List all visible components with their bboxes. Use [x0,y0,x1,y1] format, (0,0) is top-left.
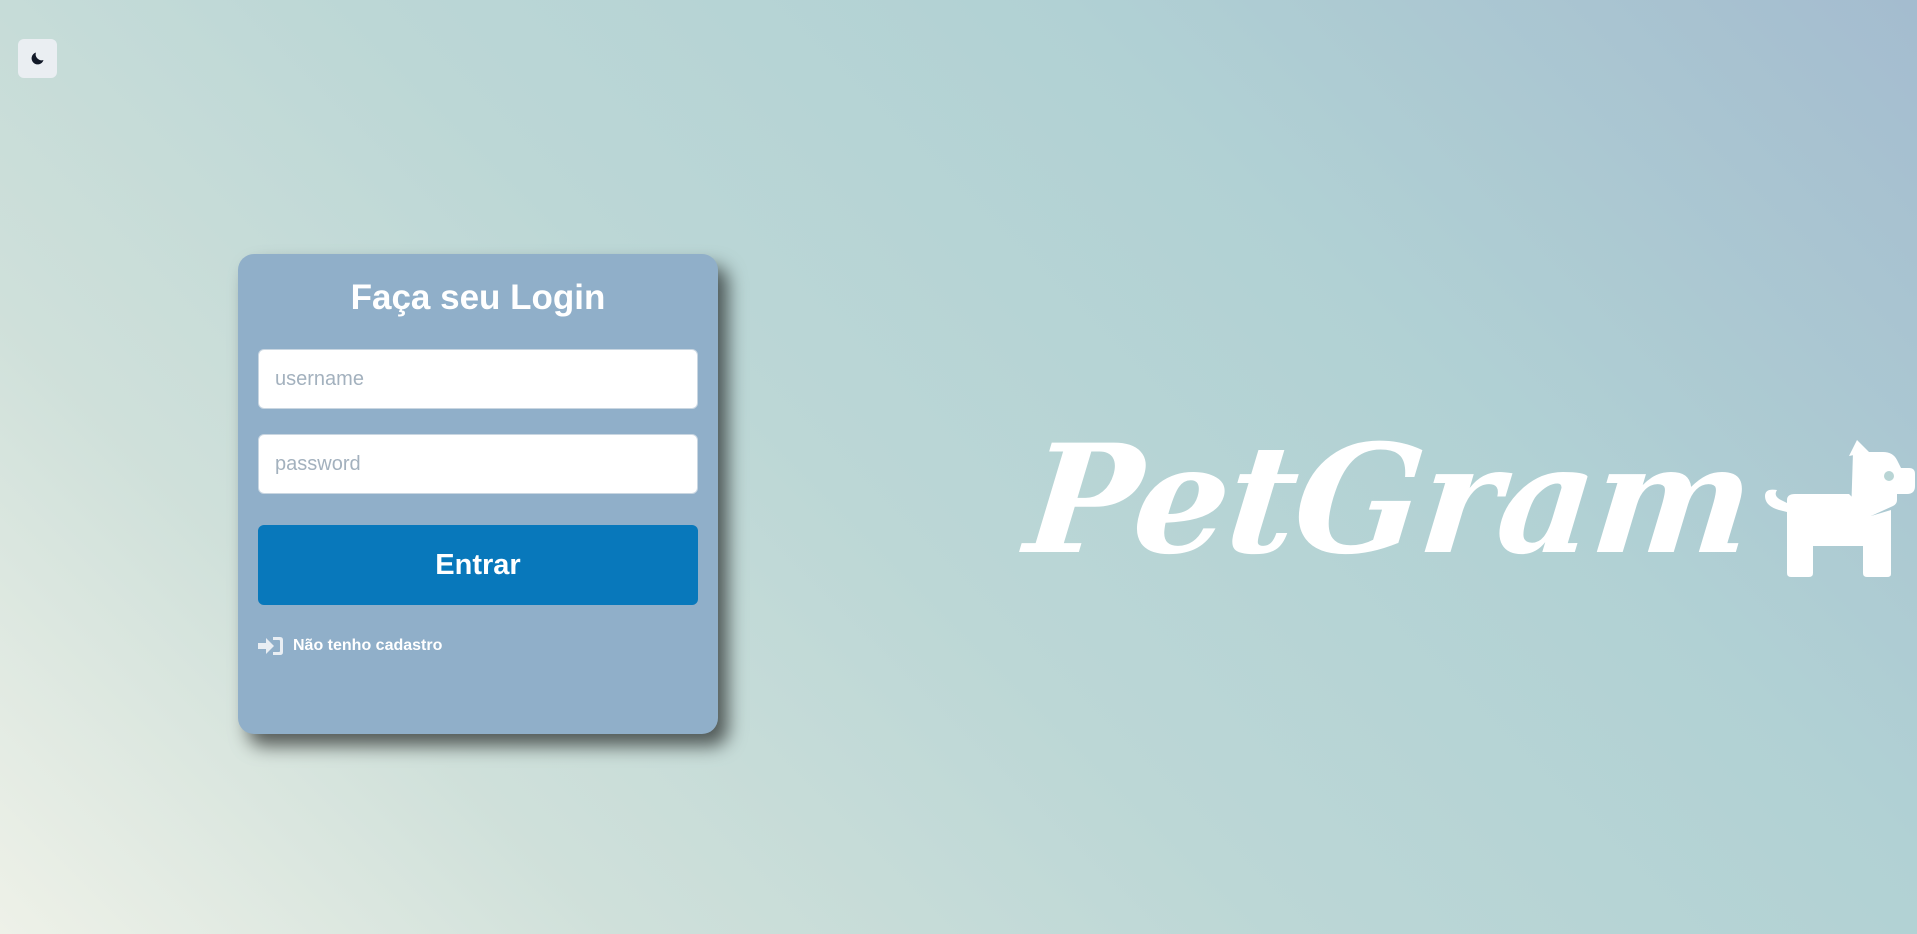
register-link-label: Não tenho cadastro [293,637,443,654]
dog-icon [1764,439,1915,577]
brand-logo: PetGram [1019,405,1915,595]
theme-toggle-button[interactable] [18,39,57,78]
sign-in-icon [258,637,283,655]
login-card: Faça seu Login Entrar Não tenho cadastro [238,254,718,734]
brand-name: PetGram [1018,412,1760,588]
register-link[interactable]: Não tenho cadastro [258,635,442,657]
login-title: Faça seu Login [350,278,606,317]
password-input[interactable] [258,434,698,494]
login-button[interactable]: Entrar [258,525,698,605]
moon-icon [31,52,44,65]
username-input[interactable] [258,349,698,409]
